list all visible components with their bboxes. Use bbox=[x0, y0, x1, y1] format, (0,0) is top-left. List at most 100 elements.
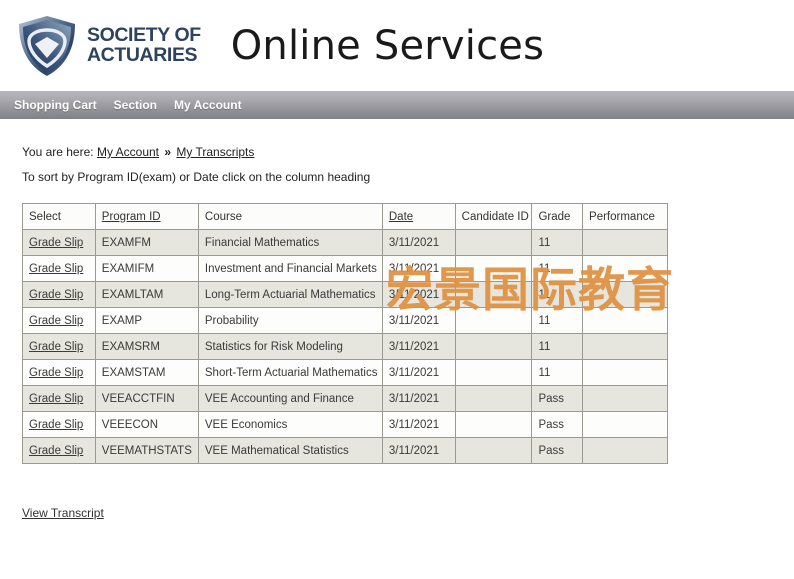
nav-my-account[interactable]: My Account bbox=[170, 98, 255, 112]
cell-course: Probability bbox=[197, 307, 383, 334]
grade-slip-link[interactable]: Grade Slip bbox=[29, 315, 83, 327]
soa-logo[interactable]: SOCIETY OF ACTUARIES bbox=[16, 14, 201, 78]
breadcrumb-separator: » bbox=[164, 145, 172, 159]
cell-program-id: EXAMSTAM bbox=[94, 359, 199, 386]
cell-grade: 11 bbox=[531, 255, 584, 282]
cell-course: VEE Mathematical Statistics bbox=[197, 437, 383, 464]
cell-select: Grade Slip bbox=[22, 411, 96, 438]
grade-slip-link[interactable]: Grade Slip bbox=[29, 237, 83, 249]
cell-grade: 11 bbox=[531, 333, 584, 360]
cell-candidate-id bbox=[454, 281, 533, 308]
grade-slip-link[interactable]: Grade Slip bbox=[29, 445, 83, 457]
col-header-date-label[interactable]: Date bbox=[389, 211, 413, 223]
cell-performance bbox=[582, 229, 668, 256]
cell-performance bbox=[582, 437, 668, 464]
cell-select: Grade Slip bbox=[22, 307, 96, 334]
table-header-row: Select Program ID Course Date Candidate … bbox=[22, 203, 668, 230]
table-row: Grade Slip VEEMATHSTATS VEE Mathematical S… bbox=[22, 437, 668, 464]
col-header-candidate-id-label: Candidate ID bbox=[461, 210, 529, 223]
table-row: Grade Slip EXAMLTAM Long-Term Actuarial Ma… bbox=[22, 281, 668, 308]
cell-date: 3/11/2021 bbox=[381, 359, 456, 386]
table-body: Grade Slip EXAMFM Financial Mathematics 3/1… bbox=[22, 229, 668, 464]
cell-grade: Pass bbox=[531, 437, 584, 464]
nav-shopping-cart[interactable]: Shopping Cart bbox=[10, 98, 110, 112]
main-navigation: Shopping Cart Section My Account bbox=[0, 91, 794, 119]
col-header-grade: Grade bbox=[531, 203, 584, 230]
page-content: 宏景国际教育 You are here: My Account » My Tra… bbox=[0, 119, 794, 522]
cell-date: 3/11/2021 bbox=[381, 255, 456, 282]
cell-candidate-id bbox=[454, 229, 533, 256]
col-header-candidate-id: Candidate ID bbox=[454, 203, 533, 230]
cell-candidate-id bbox=[454, 359, 533, 386]
col-header-program-id[interactable]: Program ID bbox=[94, 203, 199, 230]
cell-date: 3/11/2021 bbox=[381, 411, 456, 438]
cell-date: 3/11/2021 bbox=[381, 307, 456, 334]
cell-course: Financial Mathematics bbox=[197, 229, 383, 256]
cell-program-id: VEEACCTFIN bbox=[94, 385, 199, 412]
cell-date: 3/11/2021 bbox=[381, 437, 456, 464]
col-header-program-id-label[interactable]: Program ID bbox=[102, 211, 161, 223]
cell-select: Grade Slip bbox=[22, 333, 96, 360]
cell-date: 3/11/2021 bbox=[381, 385, 456, 412]
table-row: Grade Slip EXAMSTAM Short-Term Actuarial M… bbox=[22, 359, 668, 386]
cell-performance bbox=[582, 307, 668, 334]
grade-slip-link[interactable]: Grade Slip bbox=[29, 263, 83, 275]
breadcrumb-prefix: You are here: bbox=[22, 145, 94, 159]
col-header-performance: Performance bbox=[582, 203, 668, 230]
table-row: Grade Slip EXAMFM Financial Mathematics 3/1… bbox=[22, 229, 668, 256]
grade-slip-link[interactable]: Grade Slip bbox=[29, 341, 83, 353]
cell-candidate-id bbox=[454, 411, 533, 438]
table-row: Grade Slip EXAMSRM Statistics for Risk Mod… bbox=[22, 333, 668, 360]
cell-program-id: VEEECON bbox=[94, 411, 199, 438]
nav-section[interactable]: Section bbox=[110, 98, 170, 112]
table-row: Grade Slip VEEECON VEE Economics 3/11/2021 P… bbox=[22, 411, 668, 438]
logo-line-2: ACTUARIES bbox=[87, 43, 198, 66]
cell-performance bbox=[582, 333, 668, 360]
cell-course: Statistics for Risk Modeling bbox=[197, 333, 383, 360]
cell-select: Grade Slip bbox=[22, 385, 96, 412]
view-transcript-link[interactable]: View Transcript bbox=[22, 506, 104, 520]
col-header-date[interactable]: Date bbox=[381, 203, 456, 230]
cell-course: Investment and Financial Markets bbox=[197, 255, 383, 282]
logo-wordmark: SOCIETY OF ACTUARIES bbox=[87, 25, 201, 66]
table-row: Grade Slip VEEACCTFIN VEE Accounting and F… bbox=[22, 385, 668, 412]
cell-candidate-id bbox=[454, 385, 533, 412]
breadcrumb: You are here: My Account » My Transcript… bbox=[22, 119, 794, 159]
cell-candidate-id bbox=[454, 333, 533, 360]
shield-icon bbox=[19, 15, 75, 76]
grade-slip-link[interactable]: Grade Slip bbox=[29, 289, 83, 301]
col-header-select-label: Select bbox=[29, 210, 61, 223]
cell-candidate-id bbox=[454, 307, 533, 334]
grade-slip-link[interactable]: Grade Slip bbox=[29, 367, 83, 379]
cell-program-id: EXAMSRM bbox=[94, 333, 199, 360]
cell-date: 3/11/2021 bbox=[381, 333, 456, 360]
cell-performance bbox=[582, 411, 668, 438]
cell-program-id: EXAMLTAM bbox=[94, 281, 199, 308]
col-header-grade-label: Grade bbox=[538, 210, 571, 223]
cell-grade: Pass bbox=[531, 385, 584, 412]
cell-grade: 11 bbox=[531, 307, 584, 334]
page-header: SOCIETY OF ACTUARIES Online Services bbox=[0, 0, 794, 91]
cell-course: VEE Economics bbox=[197, 411, 383, 438]
grade-slip-link[interactable]: Grade Slip bbox=[29, 393, 83, 405]
cell-date: 3/11/2021 bbox=[381, 229, 456, 256]
sort-instructions: To sort by Program ID(exam) or Date clic… bbox=[22, 170, 371, 184]
cell-course: Short-Term Actuarial Mathematics bbox=[197, 359, 383, 386]
cell-candidate-id bbox=[454, 437, 533, 464]
transcripts-table-wrapper: Select Program ID Course Date Candidate … bbox=[22, 184, 794, 464]
cell-grade: Pass bbox=[531, 411, 584, 438]
table-row: Grade Slip EXAMP Probability 3/11/2021 11 bbox=[22, 307, 668, 334]
breadcrumb-link-my-account[interactable]: My Account bbox=[97, 145, 159, 159]
cell-select: Grade Slip bbox=[22, 229, 96, 256]
grade-slip-link[interactable]: Grade Slip bbox=[29, 419, 83, 431]
breadcrumb-link-my-transcripts[interactable]: My Transcripts bbox=[176, 145, 254, 159]
cell-program-id: EXAMFM bbox=[94, 229, 199, 256]
cell-performance bbox=[582, 359, 668, 386]
cell-program-id: VEEMATHSTATS bbox=[94, 437, 199, 464]
cell-program-id: EXAMP bbox=[94, 307, 199, 334]
transcripts-table: Select Program ID Course Date Candidate … bbox=[22, 203, 668, 464]
col-header-course: Course bbox=[197, 203, 383, 230]
col-header-performance-label: Performance bbox=[589, 210, 655, 223]
col-header-select: Select bbox=[22, 203, 96, 230]
cell-date: 3/11/2021 bbox=[381, 281, 456, 308]
